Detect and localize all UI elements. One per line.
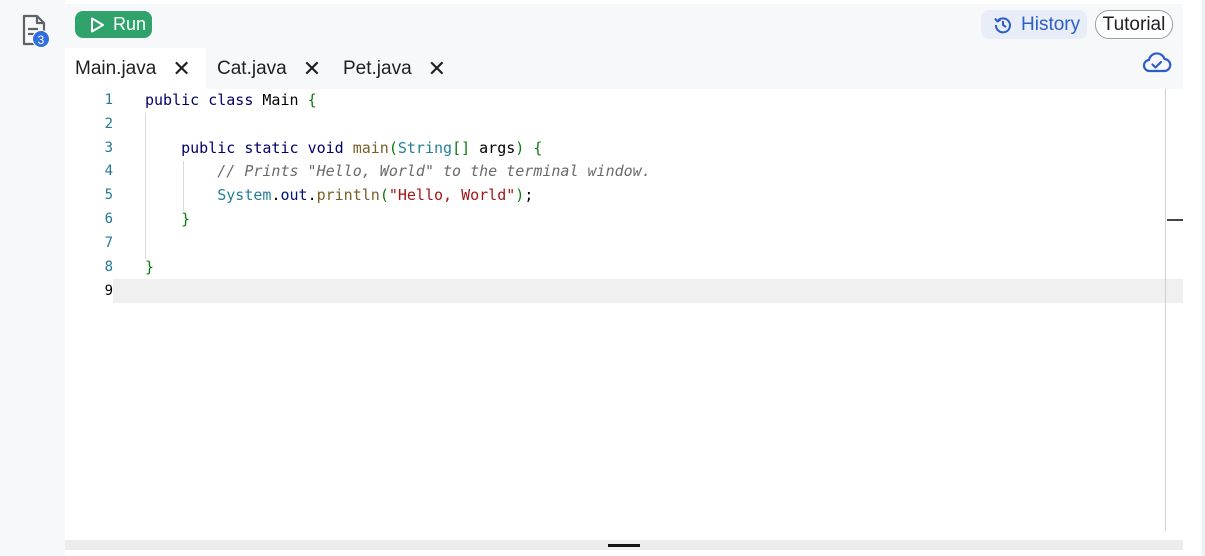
tutorial-button[interactable]: Tutorial bbox=[1095, 10, 1173, 39]
line-number-gutter: 1 2 3 4 5 6 7 8 9 bbox=[65, 89, 113, 540]
play-icon bbox=[91, 17, 104, 32]
history-icon bbox=[994, 16, 1011, 33]
cloud-sync-icon[interactable] bbox=[1142, 51, 1172, 75]
tab-label: Cat.java bbox=[217, 57, 287, 79]
tab-pet-java[interactable]: Pet.java ✕ bbox=[343, 48, 446, 89]
line-number: 4 bbox=[104, 163, 113, 179]
drag-handle[interactable] bbox=[608, 544, 640, 547]
line-number: 2 bbox=[104, 116, 113, 132]
code-line: System.out.println("Hello, World"); bbox=[217, 186, 534, 204]
left-rail: 3 bbox=[0, 0, 65, 556]
close-icon[interactable]: ✕ bbox=[172, 57, 190, 80]
line-number: 8 bbox=[104, 259, 113, 275]
code-line: // Prints "Hello, World" to the terminal… bbox=[217, 162, 651, 180]
tab-main-java[interactable]: Main.java ✕ bbox=[65, 48, 206, 89]
run-button-label: Run bbox=[113, 14, 147, 34]
line-number: 6 bbox=[104, 211, 113, 227]
line-number: 3 bbox=[104, 140, 113, 156]
code-editor[interactable]: 1 2 3 4 5 6 7 8 9 public class Main { pu… bbox=[65, 89, 1183, 540]
code-line: } bbox=[145, 258, 155, 276]
close-icon[interactable]: ✕ bbox=[303, 57, 321, 80]
line-number: 1 bbox=[104, 92, 113, 108]
code-line: } bbox=[181, 210, 191, 228]
vertical-scrollbar-track[interactable] bbox=[1165, 89, 1166, 531]
code-line: public class Main { bbox=[145, 91, 317, 109]
files-count-badge: 3 bbox=[32, 30, 50, 48]
close-icon[interactable]: ✕ bbox=[428, 57, 446, 80]
toolbar: Run History Tutorial bbox=[65, 4, 1183, 48]
history-button-label: History bbox=[1021, 13, 1081, 35]
line-number: 7 bbox=[104, 235, 113, 251]
history-button[interactable]: History bbox=[981, 10, 1087, 39]
tab-cat-java[interactable]: Cat.java ✕ bbox=[217, 48, 321, 89]
active-line-highlight bbox=[113, 279, 1183, 303]
file-tabs: Main.java ✕ Cat.java ✕ Pet.java ✕ bbox=[65, 48, 1183, 89]
scrollbar-marker bbox=[1167, 219, 1183, 221]
tab-label: Pet.java bbox=[343, 57, 412, 79]
code-line: public static void main(String[] args) { bbox=[181, 139, 543, 157]
line-number: 5 bbox=[104, 187, 113, 203]
tab-label: Main.java bbox=[75, 57, 157, 79]
line-number-active: 9 bbox=[104, 283, 113, 299]
run-button[interactable]: Run bbox=[75, 11, 152, 38]
